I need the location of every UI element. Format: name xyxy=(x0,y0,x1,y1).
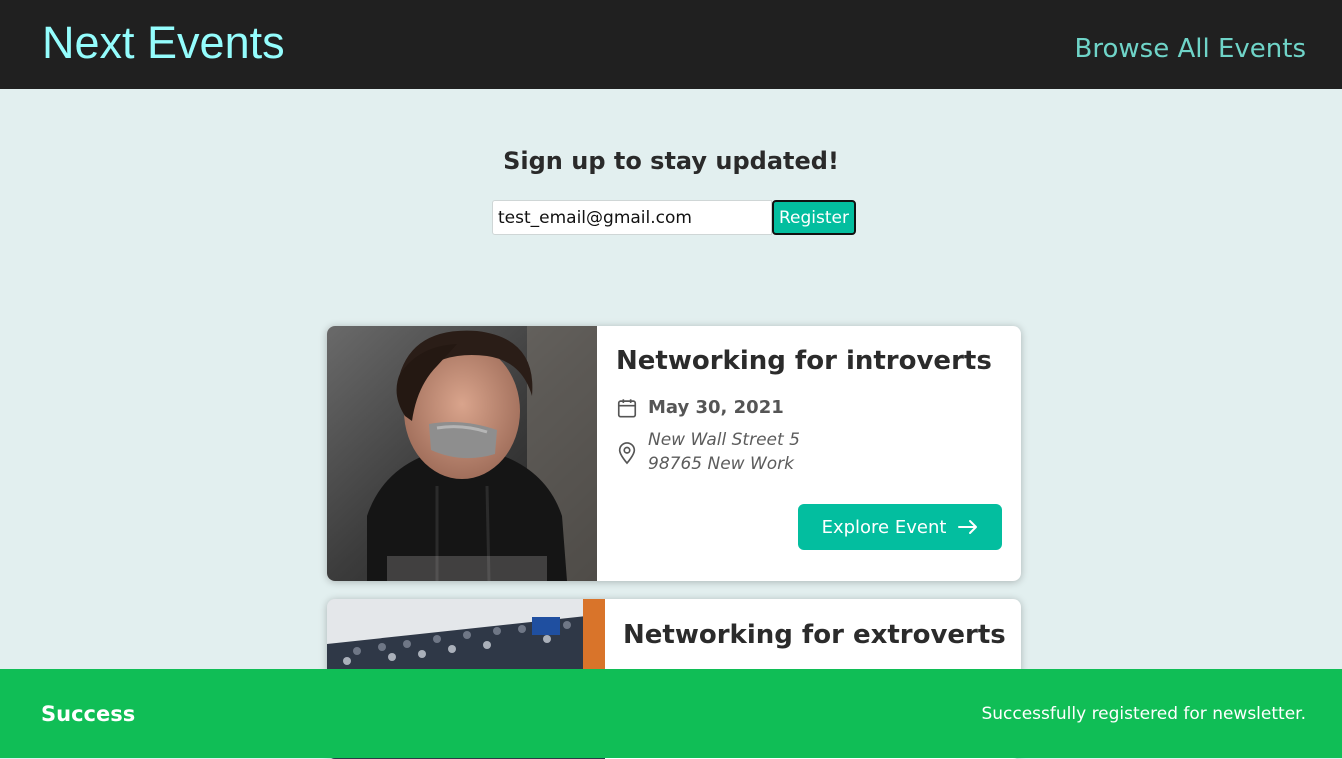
newsletter-email-input[interactable] xyxy=(492,200,772,235)
arrow-right-icon xyxy=(958,520,978,534)
register-button[interactable]: Register xyxy=(772,200,856,235)
top-navigation-bar: Next Events Browse All Events xyxy=(0,0,1342,89)
location-pin-icon xyxy=(618,442,636,465)
event-image xyxy=(327,326,597,581)
explore-event-button[interactable]: Explore Event xyxy=(798,504,1002,550)
explore-event-label: Explore Event xyxy=(821,516,947,538)
person-with-taped-mouth-photo xyxy=(327,326,597,581)
browse-all-events-link[interactable]: Browse All Events xyxy=(1075,32,1306,66)
calendar-icon xyxy=(617,399,637,418)
event-card: Networking for introverts May 30, 2021 N… xyxy=(327,326,1021,581)
event-address-line1: New Wall Street 5 xyxy=(648,430,800,450)
event-address: New Wall Street 5 98765 New Work xyxy=(648,428,800,476)
event-date: May 30, 2021 xyxy=(648,397,784,418)
newsletter-title: Sign up to stay updated! xyxy=(503,147,839,175)
event-title: Networking for introverts xyxy=(616,346,992,376)
site-logo[interactable]: Next Events xyxy=(42,16,285,70)
event-title: Networking for extroverts xyxy=(623,620,1006,650)
notification-bar: Success Successfully registered for news… xyxy=(0,669,1342,758)
event-address-line2: 98765 New Work xyxy=(648,454,795,474)
notification-message: Successfully registered for newsletter. xyxy=(981,704,1306,724)
notification-title: Success xyxy=(41,702,136,726)
